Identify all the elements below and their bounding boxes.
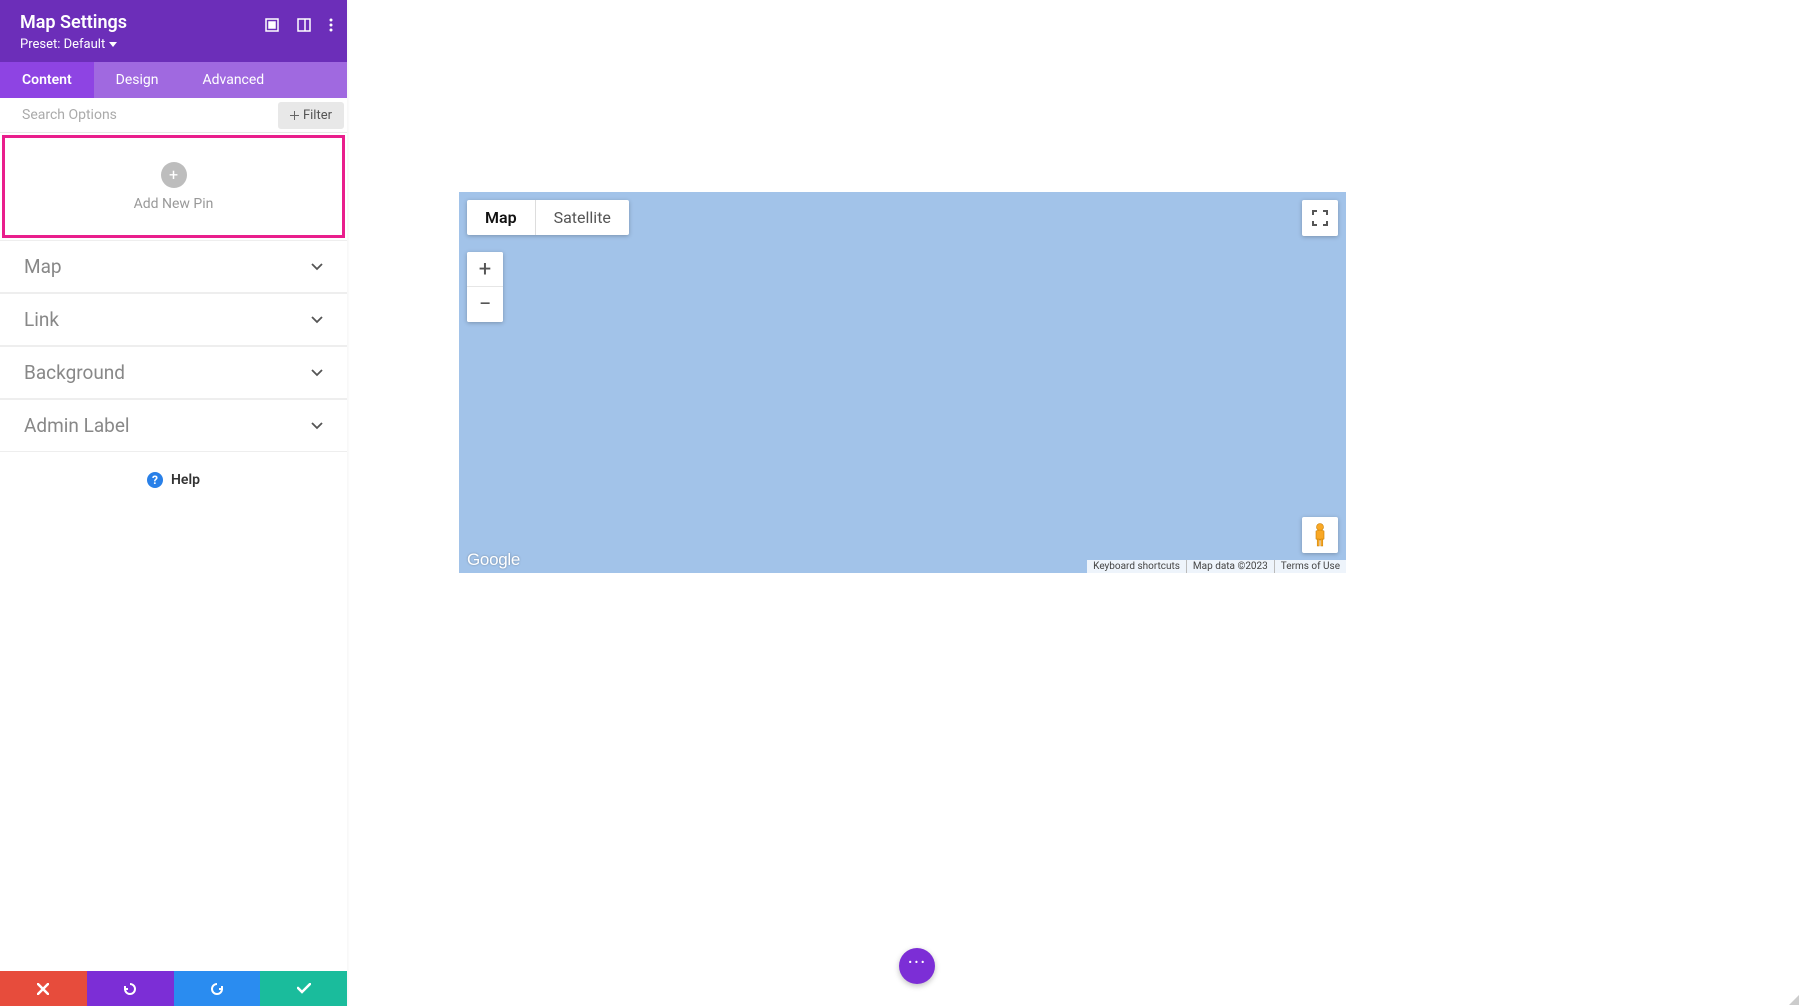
undo-button[interactable] <box>87 971 174 1006</box>
fullscreen-icon <box>1312 210 1328 226</box>
chevron-down-icon <box>311 316 323 324</box>
caret-down-icon <box>109 42 117 47</box>
add-pin-label: Add New Pin <box>134 196 214 212</box>
dock-icon[interactable] <box>297 18 311 32</box>
add-new-pin-button[interactable]: + Add New Pin <box>2 135 345 238</box>
filter-button[interactable]: Filter <box>278 102 344 129</box>
pegman-icon <box>1312 523 1328 547</box>
map-fullscreen-button[interactable] <box>1302 200 1338 236</box>
map-attribution: Keyboard shortcuts Map data ©2023 Terms … <box>1087 560 1346 573</box>
plus-circle-icon: + <box>161 162 187 188</box>
help-label: Help <box>171 472 200 488</box>
chevron-down-icon <box>311 263 323 271</box>
tab-advanced[interactable]: Advanced <box>181 62 287 98</box>
sidebar-header: Map Settings Preset: Default <box>0 0 347 62</box>
sidebar-action-bar <box>0 971 347 1006</box>
tab-design[interactable]: Design <box>94 62 181 98</box>
preview-canvas: Map Satellite + − Google <box>347 0 1800 1006</box>
chevron-down-icon <box>311 422 323 430</box>
map-zoom-out-button[interactable]: − <box>467 287 503 322</box>
undo-icon <box>123 982 137 996</box>
accordion-label: Link <box>24 308 59 331</box>
more-dots-icon: ··· <box>908 950 927 974</box>
map-pegman[interactable] <box>1302 517 1338 553</box>
search-input[interactable] <box>0 107 278 123</box>
map-zoom-in-button[interactable]: + <box>467 252 503 287</box>
google-logo: Google <box>467 550 520 570</box>
check-icon <box>297 983 311 994</box>
search-row: Filter <box>0 98 347 133</box>
sidebar-tabs: Content Design Advanced <box>0 62 347 98</box>
help-icon: ? <box>147 472 163 488</box>
accordion-background[interactable]: Background <box>0 346 347 399</box>
more-options-icon[interactable] <box>329 18 333 32</box>
map-data-attribution[interactable]: Map data ©2023 <box>1187 560 1275 573</box>
save-button[interactable] <box>260 971 347 1006</box>
redo-button[interactable] <box>174 971 261 1006</box>
preset-label: Preset: Default <box>20 37 105 52</box>
settings-sidebar: Map Settings Preset: Default Content Des… <box>0 0 347 1006</box>
map-type-map[interactable]: Map <box>467 200 536 235</box>
floating-action-button[interactable]: ··· <box>899 948 935 984</box>
plus-icon <box>290 111 299 120</box>
map-type-tabs: Map Satellite <box>467 200 629 235</box>
help-link[interactable]: ? Help <box>0 452 347 508</box>
accordion-label: Admin Label <box>24 414 130 437</box>
accordion-map[interactable]: Map <box>0 240 347 293</box>
tab-content[interactable]: Content <box>0 62 94 98</box>
filter-label: Filter <box>303 108 332 123</box>
close-icon <box>37 983 49 995</box>
google-map[interactable]: Map Satellite + − Google <box>459 192 1346 573</box>
accordion-admin-label[interactable]: Admin Label <box>0 399 347 452</box>
map-zoom-controls: + − <box>467 252 503 322</box>
expand-icon[interactable] <box>265 18 279 32</box>
redo-icon <box>210 982 224 996</box>
accordion-label: Background <box>24 361 125 384</box>
accordion-label: Map <box>24 255 62 278</box>
map-type-satellite[interactable]: Satellite <box>536 200 629 235</box>
cancel-button[interactable] <box>0 971 87 1006</box>
map-terms-link[interactable]: Terms of Use <box>1275 560 1346 573</box>
preset-dropdown[interactable]: Preset: Default <box>20 37 117 52</box>
resize-handle-icon[interactable] <box>1789 995 1799 1005</box>
map-keyboard-shortcuts[interactable]: Keyboard shortcuts <box>1087 560 1187 573</box>
chevron-down-icon <box>311 369 323 377</box>
accordion-link[interactable]: Link <box>0 293 347 346</box>
